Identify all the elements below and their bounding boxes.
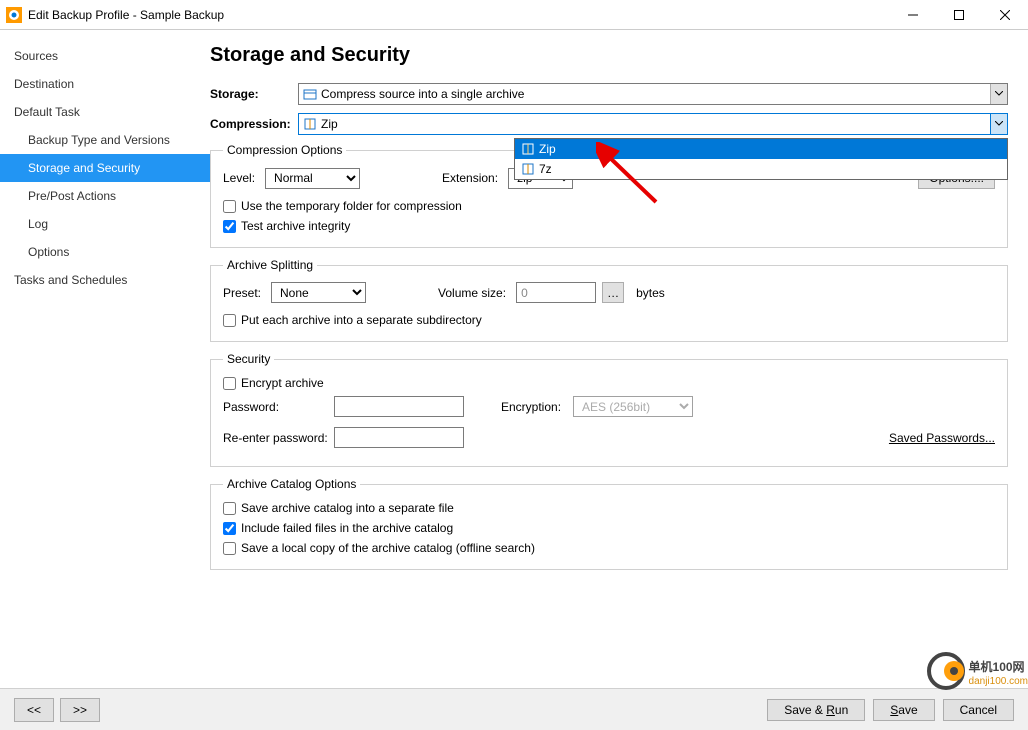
app-icon xyxy=(6,7,22,23)
catalog-options-legend: Archive Catalog Options xyxy=(223,477,360,491)
encryption-select[interactable]: AES (256bit) xyxy=(573,396,693,417)
prev-button[interactable]: << xyxy=(14,698,54,722)
encrypt-archive-checkbox[interactable]: Encrypt archive xyxy=(223,376,995,390)
compression-combo[interactable]: Zip xyxy=(298,113,1008,135)
titlebar: Edit Backup Profile - Sample Backup xyxy=(0,0,1028,30)
buttons-bar: << >> Save & Run Save Cancel xyxy=(0,688,1028,730)
compression-dropdown: Zip 7z xyxy=(514,138,1008,180)
sidebar-item-pre-post[interactable]: Pre/Post Actions xyxy=(0,182,210,210)
preset-select[interactable]: None xyxy=(271,282,366,303)
page-title: Storage and Security xyxy=(210,44,1008,67)
sidebar-item-tasks-schedules[interactable]: Tasks and Schedules xyxy=(0,266,210,294)
zip-icon xyxy=(303,117,317,131)
sidebar-item-default-task[interactable]: Default Task xyxy=(0,98,210,126)
volume-size-label: Volume size: xyxy=(438,286,506,300)
sidebar-item-destination[interactable]: Destination xyxy=(0,70,210,98)
temp-folder-checkbox[interactable]: Use the temporary folder for compression xyxy=(223,199,995,213)
saved-passwords-link[interactable]: Saved Passwords... xyxy=(889,431,995,445)
compression-option-zip[interactable]: Zip xyxy=(515,139,1007,159)
chevron-down-icon xyxy=(990,114,1007,134)
sidebar-item-options[interactable]: Options xyxy=(0,238,210,266)
security-group: Security Encrypt archive Password: Encry… xyxy=(210,352,1008,467)
reenter-password-label: Re-enter password: xyxy=(223,431,328,445)
save-button[interactable]: Save xyxy=(873,699,934,721)
sidebar-item-log[interactable]: Log xyxy=(0,210,210,238)
volume-browse-button[interactable]: … xyxy=(602,282,624,303)
chevron-down-icon xyxy=(990,84,1007,104)
sidebar-item-sources[interactable]: Sources xyxy=(0,42,210,70)
include-failed-checkbox[interactable]: Include failed files in the archive cata… xyxy=(223,521,995,535)
sidebar: Sources Destination Default Task Backup … xyxy=(0,30,210,688)
test-integrity-checkbox[interactable]: Test archive integrity xyxy=(223,219,995,233)
sidebar-item-storage-security[interactable]: Storage and Security xyxy=(0,154,210,182)
sidebar-item-backup-type[interactable]: Backup Type and Versions xyxy=(0,126,210,154)
7z-icon xyxy=(521,162,535,176)
archive-icon xyxy=(303,87,317,101)
compression-label: Compression: xyxy=(210,117,298,131)
save-and-run-button[interactable]: Save & Run xyxy=(767,699,865,721)
encryption-label: Encryption: xyxy=(501,400,561,414)
cancel-button[interactable]: Cancel xyxy=(943,699,1014,721)
compression-option-7z[interactable]: 7z xyxy=(515,159,1007,179)
next-button[interactable]: >> xyxy=(60,698,100,722)
storage-combo[interactable]: Compress source into a single archive xyxy=(298,83,1008,105)
save-catalog-separate-checkbox[interactable]: Save archive catalog into a separate fil… xyxy=(223,501,995,515)
extension-label: Extension: xyxy=(442,171,498,185)
compression-value: Zip xyxy=(321,117,338,131)
storage-label: Storage: xyxy=(210,87,298,101)
volume-unit: bytes xyxy=(636,286,665,300)
password-label: Password: xyxy=(223,400,328,414)
volume-size-input[interactable] xyxy=(516,282,596,303)
reenter-password-input[interactable] xyxy=(334,427,464,448)
main-panel: Storage and Security Storage: Compress s… xyxy=(210,30,1028,688)
minimize-button[interactable] xyxy=(890,0,936,30)
level-label: Level: xyxy=(223,171,255,185)
catalog-options-group: Archive Catalog Options Save archive cat… xyxy=(210,477,1008,570)
security-legend: Security xyxy=(223,352,274,366)
close-button[interactable] xyxy=(982,0,1028,30)
local-copy-checkbox[interactable]: Save a local copy of the archive catalog… xyxy=(223,541,995,555)
separate-subdir-checkbox[interactable]: Put each archive into a separate subdire… xyxy=(223,313,995,327)
password-input[interactable] xyxy=(334,396,464,417)
archive-splitting-legend: Archive Splitting xyxy=(223,258,317,272)
preset-label: Preset: xyxy=(223,286,261,300)
window-title: Edit Backup Profile - Sample Backup xyxy=(28,8,890,22)
compression-options-legend: Compression Options xyxy=(223,143,346,157)
level-select[interactable]: Normal xyxy=(265,168,360,189)
storage-value: Compress source into a single archive xyxy=(321,87,524,101)
zip-icon xyxy=(521,142,535,156)
maximize-button[interactable] xyxy=(936,0,982,30)
archive-splitting-group: Archive Splitting Preset: None Volume si… xyxy=(210,258,1008,342)
